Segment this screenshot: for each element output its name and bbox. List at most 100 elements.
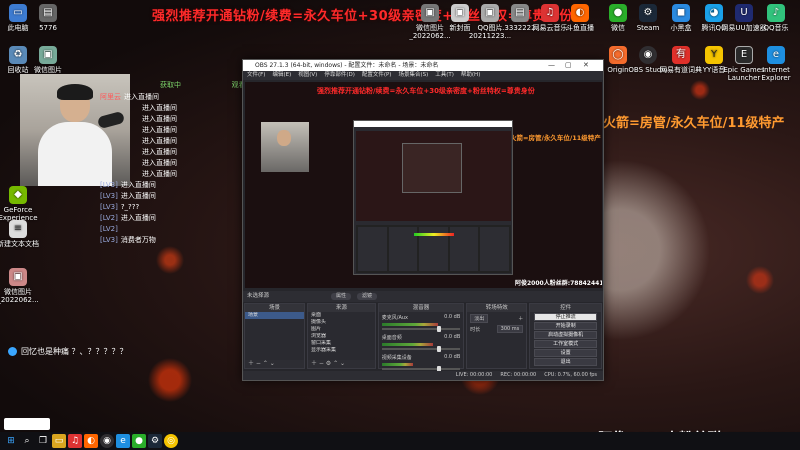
mixer-channel-name: 麦克风/Aux [381, 315, 409, 321]
chat-text: 进入直播间 [142, 170, 177, 178]
volume-meter [381, 363, 414, 366]
obs-menu-item[interactable]: 视图(V) [298, 71, 317, 80]
chat-level-badge: [LV3] [100, 192, 118, 200]
mixer-channel: 桌面音频 0.0 dB [379, 332, 464, 352]
mixer-channel-db: 0.0 dB [444, 354, 461, 360]
volume-slider[interactable] [381, 326, 461, 332]
sources-title: 来源 [307, 304, 375, 312]
obs-taskbar-icon[interactable]: ◉ [100, 434, 114, 448]
mixer-channel: 麦克风/Aux 0.0 dB [379, 312, 464, 332]
obs-menu-item[interactable]: 停靠部件(D) [324, 71, 355, 80]
scenes-dock: 场景 场景 ＋ − ⌃ ⌄ [244, 303, 305, 369]
close-button[interactable]: ✕ [583, 60, 589, 71]
transition-select[interactable]: 淡出 [470, 314, 489, 323]
control-button[interactable]: 设置 [534, 349, 597, 357]
chat-text: 消费者万物 [120, 236, 156, 244]
source-item[interactable]: 显示器采集 [308, 347, 375, 354]
mixer-dock: 混音器 麦克风/Aux 0.0 dB 桌面音频 0.0 dB 视频采集设备 0.0 dB [377, 303, 465, 372]
desktop-icon-geforce[interactable]: ◆ GeForce Experience [0, 186, 44, 222]
netease-music-taskbar-icon[interactable]: ♫ [68, 434, 82, 448]
preview-banner: 强烈推荐开通钻粉/续费=永久车位+30级亲密度+粉丝特权=尊贵身份 [317, 87, 535, 95]
chat-text: 进入直播间 [142, 115, 177, 123]
source-item[interactable]: 浏览器 [308, 333, 375, 340]
chat-message: 进入直播间 [100, 136, 240, 147]
control-button[interactable]: 工作室模式 [534, 340, 597, 348]
duration-input[interactable]: 300 ms [496, 325, 524, 333]
chat-text: 进入直播间 [142, 126, 177, 134]
chat-text: 进入直播间 [142, 137, 177, 145]
obs-menu-item[interactable]: 配置文件(P) [362, 71, 392, 80]
control-button[interactable]: 停止推流 [534, 313, 597, 321]
chat-text: 进入直播间 [142, 148, 177, 156]
chat-message: 进入直播间 [100, 169, 240, 180]
desktop-icon-text-file[interactable]: ≡ 新建文本文档 [0, 220, 44, 248]
obs-window[interactable]: OBS 27.1.3 (64-bit, windows) - 配置文件：未命名 … [242, 59, 604, 381]
sources-toolbar: ＋ − ⚙ ⌃ ⌄ [307, 360, 375, 368]
source-item[interactable]: 摄像头 [308, 319, 375, 326]
steam-taskbar-icon[interactable]: ⚙ [148, 434, 162, 448]
obs-menu-item[interactable]: 文件(F) [247, 71, 265, 80]
control-button[interactable]: 退出 [534, 358, 597, 366]
desktop-icon-ie[interactable]: e Internet Explorer [750, 46, 800, 82]
live-timer: LIVE: 00:00:00 [455, 372, 493, 378]
mixer-channel-db: 0.0 dB [444, 334, 461, 340]
filters-button[interactable]: 滤镜 [357, 293, 378, 300]
volume-slider[interactable] [381, 366, 461, 372]
obs-menu-item[interactable]: 编辑(E) [272, 71, 291, 80]
desktop-icon-wechat-image[interactable]: ▣ 微信图片 [22, 46, 74, 74]
source-item[interactable]: 桌面 [308, 312, 375, 319]
minimize-button[interactable]: — [548, 60, 555, 71]
desktop-icon-qq-music[interactable]: ♪ QQ音乐 [750, 4, 800, 32]
obs-title-bar[interactable]: OBS 27.1.3 (64-bit, windows) - 配置文件：未命名 … [243, 60, 603, 71]
search-icon[interactable]: ⌕ [20, 434, 34, 448]
bottom-chat: 回忆也是种痛 ？、？？？？？ [8, 346, 128, 357]
no-source-label: 未选择源 [247, 293, 270, 299]
douyu-taskbar-icon[interactable]: ◐ [84, 434, 98, 448]
file-explorer-icon[interactable]: ▭ [52, 434, 66, 448]
obs-menu-item[interactable]: 工具(T) [435, 71, 454, 80]
edge-taskbar-icon[interactable]: e [116, 434, 130, 448]
properties-button[interactable]: 属性 [331, 293, 352, 300]
chat-message: 进入直播间 [100, 147, 240, 158]
control-button[interactable]: 开始录制 [534, 322, 597, 330]
start-button[interactable]: ⊞ [4, 434, 18, 448]
image-icon: ▣ [39, 46, 57, 64]
scene-item[interactable]: 场景 [245, 312, 304, 319]
chat-message: 进入直播间 [100, 125, 240, 136]
volume-meter [381, 343, 433, 346]
wechat-taskbar-icon[interactable]: ● [132, 434, 146, 448]
obs-docks: 场景 场景 ＋ − ⌃ ⌄ 来源 桌面 摄像头 图片 浏览器 窗口采集 显示器采集 ＋ −… [243, 303, 603, 372]
add-transition-button[interactable]: ＋ [518, 315, 523, 322]
chat-text: 进入直播间 [142, 159, 177, 167]
chat-text: ?_??? [120, 203, 140, 211]
source-item[interactable]: 图片 [308, 326, 375, 333]
controls-title: 控件 [530, 304, 601, 312]
chrome-taskbar-icon[interactable]: ◎ [164, 434, 178, 448]
task-view-icon[interactable]: ❐ [36, 434, 50, 448]
chat-text: 进入直播间 [124, 93, 159, 101]
douyu-icon: ◐ [571, 4, 589, 22]
obs-menu-item[interactable]: 场景集合(S) [398, 71, 428, 80]
chat-status: 获取中 [160, 81, 181, 89]
chat-message: 阿里云 进入直播间 [100, 92, 240, 103]
obs-preview[interactable]: 强烈推荐开通钻粉/续费=永久车位+30级亲密度+粉丝特权=尊贵身份 火箭=房管/… [245, 82, 602, 288]
duration-label: 时长 [470, 326, 481, 333]
obs-menu-item[interactable]: 帮助(H) [461, 71, 480, 80]
maximize-button[interactable]: ▢ [565, 60, 572, 71]
chat-level-badge: [LV3] [100, 181, 118, 189]
mixer-channel-name: 视频采集设备 [381, 355, 412, 361]
control-button[interactable]: 启动虚拟摄像机 [534, 331, 597, 339]
chat-message: [LV3] ?_??? [100, 202, 240, 213]
mixer-channel: 视频采集设备 0.0 dB [379, 352, 464, 372]
volume-slider[interactable] [381, 346, 461, 352]
mixer-channel-db: 0.0 dB [444, 314, 461, 320]
nested-obs-preview [353, 120, 513, 275]
chat-text: 进入直播间 [120, 192, 156, 200]
desktop-icon-wechat-image-2[interactable]: ▣ 微信图片_2022062... [0, 268, 44, 304]
desktop-icon-file[interactable]: ▤ 5776 [22, 4, 74, 32]
preview-webcam [261, 122, 309, 172]
chat-level-badge: [LV3] [100, 203, 118, 211]
file-icon: ▤ [39, 4, 57, 22]
source-item[interactable]: 窗口采集 [308, 340, 375, 347]
search-popup[interactable] [4, 418, 50, 430]
